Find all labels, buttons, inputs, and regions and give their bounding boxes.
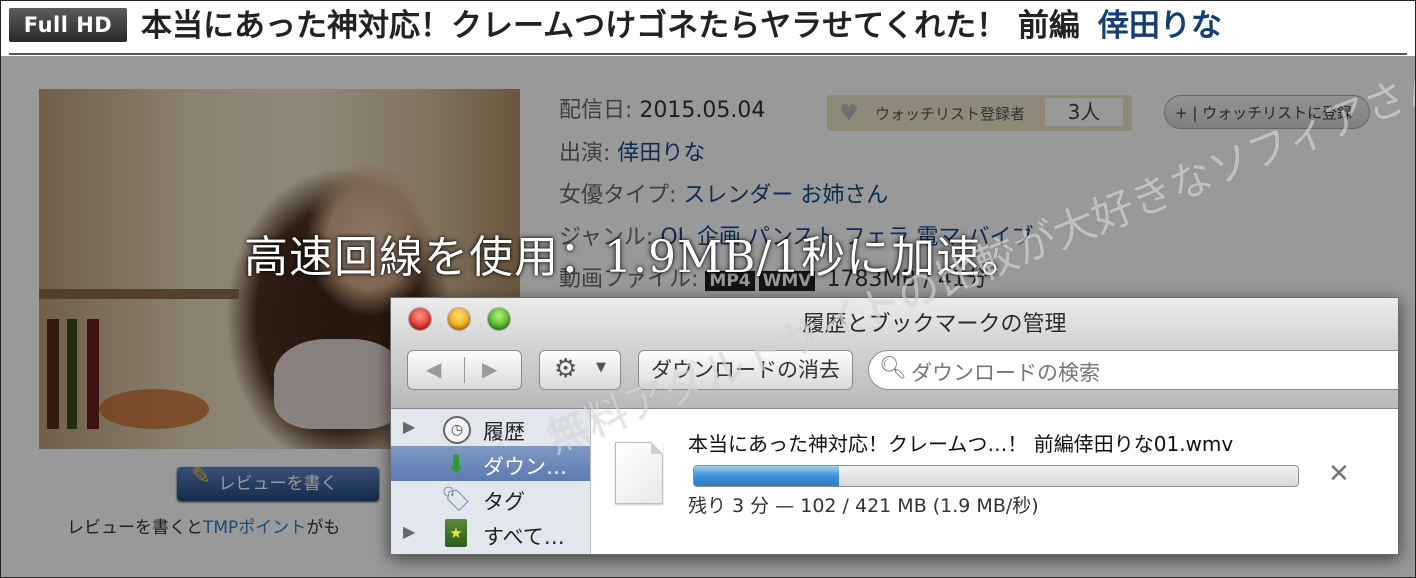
back-arrow-icon[interactable]: ◀ [426, 357, 441, 381]
header-divider [9, 53, 1407, 55]
clock-icon: ◷ [443, 416, 471, 444]
chevron-down-icon: ▼ [596, 360, 606, 375]
document-icon [615, 442, 663, 504]
disclosure-triangle-icon[interactable]: ▶ [403, 522, 415, 541]
sidebar-item-label: タグ [483, 490, 525, 514]
screenshot: Full HD 本当にあった神対応！クレームつけゴネたらヤラせてくれた！ 前編倖… [0, 0, 1416, 578]
bookmarks-history-window: 履歴とブックマークの管理 ◀ ▶ ⚙ ▼ ダウンロードの消去 🔍︎ ダウンロード… [390, 297, 1399, 555]
page-header: Full HD 本当にあった神対応！クレームつけゴネたらヤラせてくれた！ 前編倖… [1, 1, 1415, 53]
window-toolbar: ◀ ▶ ⚙ ▼ ダウンロードの消去 🔍︎ ダウンロードの検索 [391, 340, 1398, 409]
actress-link[interactable]: 倖田りな [1098, 8, 1222, 44]
tag-icon: 🏷︎ [441, 485, 472, 513]
nav-divider [464, 357, 465, 383]
cancel-download-icon[interactable]: ✕ [1328, 459, 1350, 489]
disclosure-triangle-icon[interactable]: ▶ [403, 417, 415, 436]
sidebar-item-tags[interactable]: 🏷︎ タグ [391, 481, 590, 516]
sidebar-item-all-bookmarks[interactable]: ▶ ★ すべて… [391, 516, 590, 551]
search-icon: 🔍︎ [879, 356, 907, 381]
sidebar-item-label: 履歴 [483, 420, 525, 444]
download-filename[interactable]: 本当にあった神対応！クレームつ…！ 前編倖田りな01.wmv [688, 428, 1233, 457]
download-arrow-icon: ⬇ [445, 450, 467, 478]
download-progress-bar [693, 465, 1299, 487]
sidebar-item-label: すべて… [483, 525, 565, 549]
video-title: 本当にあった神対応！クレームつけゴネたらヤラせてくれた！ 前編 倖田りな [141, 5, 1222, 47]
download-status: 残り 3 分 — 102 / 421 MB (1.9 MB/秒) [688, 495, 1039, 517]
forward-arrow-icon[interactable]: ▶ [482, 357, 497, 381]
full-hd-badge: Full HD [9, 8, 127, 42]
download-progress-fill [694, 466, 839, 486]
back-forward-control: ◀ ▶ [407, 350, 522, 390]
download-list: 本当にあった神対応！クレームつ…！ 前編倖田りな01.wmv 残り 3 分 — … [591, 409, 1398, 554]
video-title-text: 本当にあった神対応！クレームつけゴネたらヤラせてくれた！ 前編 [141, 8, 1080, 44]
search-placeholder: ダウンロードの検索 [911, 361, 1100, 385]
bookmarks-book-icon: ★ [445, 519, 467, 547]
gear-icon: ⚙ [554, 354, 578, 384]
download-search-field[interactable]: 🔍︎ ダウンロードの検索 [868, 350, 1398, 390]
